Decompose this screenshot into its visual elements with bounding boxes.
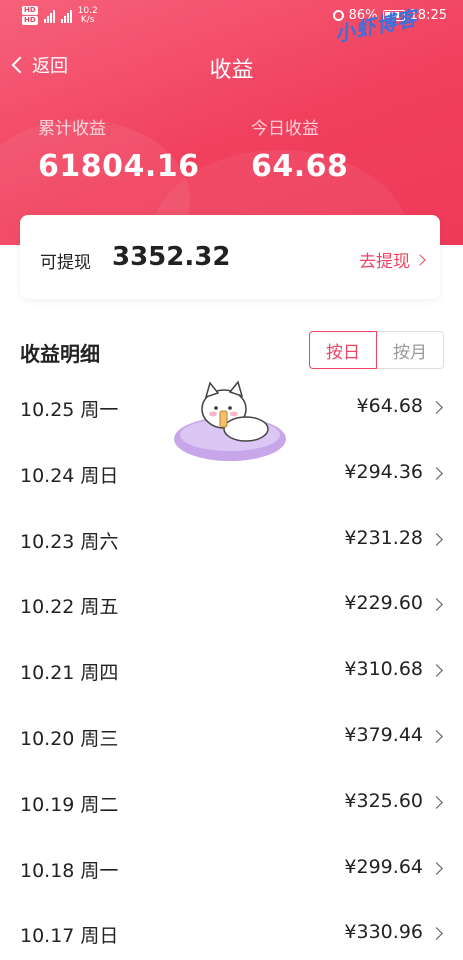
signal-icon	[43, 9, 55, 23]
row-date: 10.20 周三	[20, 727, 119, 750]
row-date: 10.22 周五	[20, 596, 119, 619]
row-amount: ¥379.44	[344, 723, 423, 746]
withdraw-button[interactable]: 去提现	[359, 247, 426, 272]
chevron-right-icon	[430, 466, 443, 480]
page-title: 收益	[209, 58, 254, 83]
row-date: 10.25 周一	[20, 399, 119, 421]
chevron-right-icon	[414, 253, 426, 266]
chevron-right-icon	[430, 927, 443, 941]
row-date: 10.23 周六	[20, 530, 119, 553]
network-speed: 10.2 K/s	[77, 5, 98, 25]
signal-icon	[60, 9, 72, 23]
chevron-right-icon	[430, 795, 443, 809]
total-earnings-label: 累计收益	[38, 119, 106, 139]
list-item[interactable]: 10.22 周五 ¥229.60	[0, 572, 463, 638]
row-date: 10.24 周日	[20, 464, 119, 487]
hd-badge-icon: HD HD	[22, 6, 38, 25]
withdraw-button-label: 去提现	[359, 252, 410, 272]
row-date: 10.21 周四	[20, 662, 119, 685]
row-amount: ¥294.36	[344, 460, 423, 483]
cat-sticker-icon	[174, 380, 286, 461]
list-item[interactable]: 10.17 周日 ¥330.96	[0, 901, 463, 960]
total-earnings: 累计收益 61804.16	[38, 114, 200, 184]
list-item[interactable]: 10.21 周四 ¥310.68	[0, 638, 463, 704]
list-item[interactable]: 10.20 周三 ¥379.44	[0, 704, 463, 770]
chevron-right-icon	[430, 401, 443, 414]
section-title: 收益明细	[20, 342, 100, 366]
withdraw-card: 可提现 3352.32 去提现	[20, 215, 440, 299]
withdrawable-label: 可提现	[40, 253, 91, 273]
row-amount: ¥229.60	[344, 592, 423, 615]
row-amount: ¥325.60	[344, 789, 423, 812]
chevron-right-icon	[430, 861, 443, 875]
toggle-by-day[interactable]: 按日	[309, 331, 377, 369]
withdrawable-value: 3352.32	[112, 242, 231, 272]
list-item[interactable]: 10.19 周二 ¥325.60	[0, 770, 463, 836]
row-amount: ¥330.96	[344, 921, 423, 944]
row-date: 10.19 周二	[20, 793, 119, 816]
status-left: HD HD 10.2 K/s	[22, 6, 98, 25]
chevron-right-icon	[430, 730, 443, 743]
period-toggle: 按日 按月	[309, 331, 444, 369]
today-earnings-value: 64.68	[251, 149, 349, 184]
nav-bar: 返回 收益	[0, 44, 463, 88]
header-banner: HD HD 10.2 K/s 86% 18:25 返回 收益 累计收益 61804…	[0, 0, 463, 245]
chevron-right-icon	[430, 598, 443, 612]
row-amount: ¥231.28	[344, 526, 423, 549]
row-date: 10.18 周一	[20, 859, 119, 882]
list-item[interactable]: 10.23 周六 ¥231.28	[0, 507, 463, 573]
chevron-right-icon	[430, 664, 443, 678]
today-earnings: 今日收益 64.68	[251, 114, 348, 184]
row-amount: ¥299.64	[344, 855, 423, 878]
today-earnings-label: 今日收益	[251, 119, 319, 139]
row-amount: ¥310.68	[344, 658, 423, 681]
toggle-by-month[interactable]: 按月	[377, 331, 444, 369]
chevron-right-icon	[430, 532, 443, 546]
list-item[interactable]: 10.18 周一 ¥299.64	[0, 836, 463, 902]
row-amount: ¥64.68	[356, 395, 423, 417]
row-date: 10.17 周日	[20, 925, 119, 948]
total-earnings-value: 61804.16	[38, 149, 200, 184]
